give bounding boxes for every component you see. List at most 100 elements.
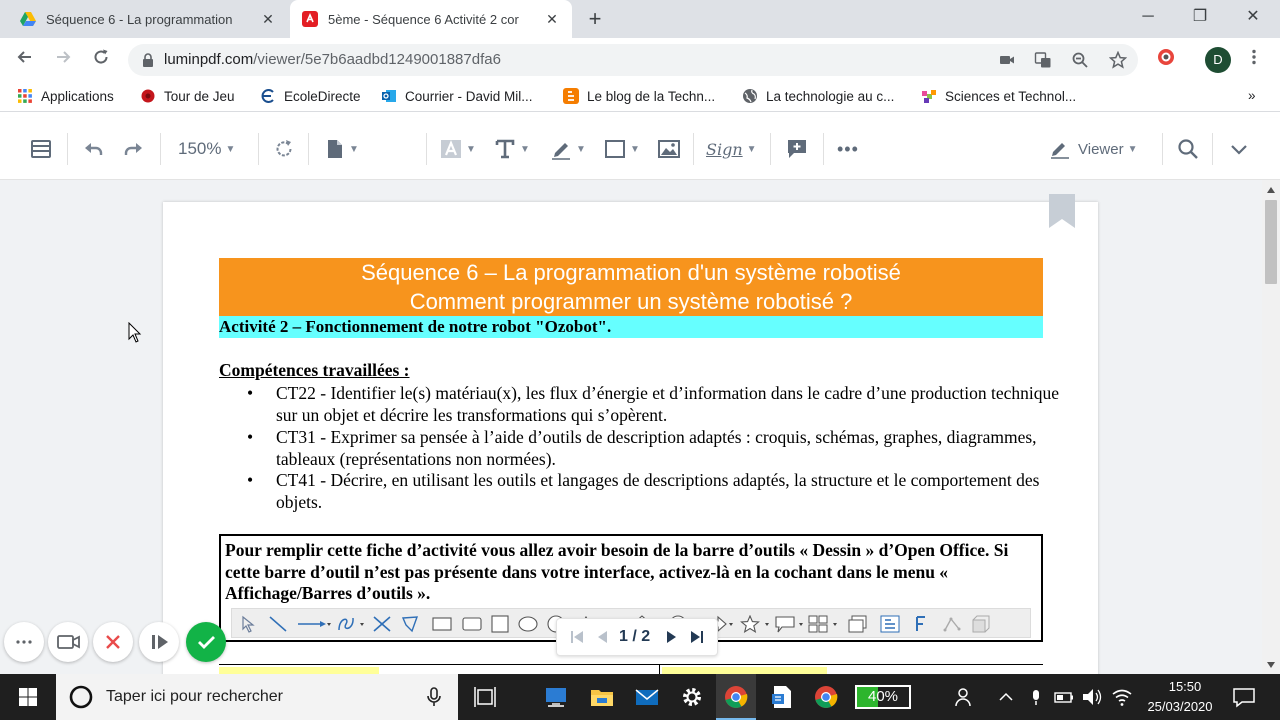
microphone-tray-icon[interactable] [1026,684,1046,710]
chevron-down-icon: ▼ [630,143,640,155]
signature-label: Sign [706,139,743,159]
vertical-scrollbar[interactable] [1262,180,1280,674]
volume-icon[interactable] [1080,684,1104,710]
chrome-icon[interactable] [812,684,840,710]
first-page-icon[interactable] [569,629,585,645]
tab-title: 5ème - Séquence 6 Activité 2 cor [328,11,519,27]
new-tab-button[interactable]: + [582,6,608,32]
network-computer-icon[interactable] [542,684,570,710]
cortana-icon [69,685,93,709]
reload-icon[interactable] [88,47,114,73]
extension-icon[interactable] [1153,47,1179,73]
shape-dropdown[interactable]: ▼ [604,136,640,162]
taskbar-search-box[interactable]: Taper ici pour rechercher [56,674,458,720]
profile-avatar[interactable]: D [1205,47,1231,73]
thumbnails-icon[interactable] [30,136,52,162]
notifications-icon[interactable] [1230,684,1258,710]
image-tool-button[interactable] [658,136,680,162]
battery-indicator[interactable]: 40% [855,685,911,709]
chevron-down-icon: ▼ [225,143,236,155]
taskbar-chrome-active[interactable] [716,674,756,720]
globe-icon [743,89,757,103]
bookmark-courrier[interactable]: Courrier - David Mil... [381,88,533,104]
wifi-icon[interactable] [1110,684,1134,710]
add-comment-button[interactable] [786,136,808,162]
bookmark-star-icon[interactable] [1108,50,1128,69]
add-text-dropdown[interactable]: ▼ [494,136,530,162]
chevron-down-icon[interactable] [1228,136,1250,162]
bookmark-blog-techno[interactable]: Le blog de la Techn... [563,88,715,104]
kebab-menu-icon[interactable] [1241,47,1267,73]
cancel-x-icon [106,635,120,649]
battery-tray-icon[interactable] [1052,684,1076,710]
recorder-more-button[interactable] [4,622,44,662]
translate-icon[interactable] [1034,51,1052,69]
scrollbar-thumb[interactable] [1265,200,1277,284]
people-icon[interactable] [952,684,980,710]
tab-sequence-6[interactable]: Séquence 6 - La programmation ✕ [8,0,288,38]
forward-arrow-icon[interactable] [50,47,76,73]
bookmark-ribbon-icon[interactable] [1049,194,1075,228]
search-icon[interactable] [1177,136,1199,162]
scroll-up-icon[interactable] [1266,186,1276,194]
outlook-icon [382,90,396,102]
clock-time[interactable]: 15:50 [1150,679,1220,694]
browser-tab-strip: Séquence 6 - La programmation ✕ 5ème - S… [0,0,1280,38]
task-view-icon[interactable] [472,684,500,710]
recorder-finish-button[interactable] [186,622,226,662]
page-indicator[interactable]: 1 / 2 [619,628,650,646]
tab-close-icon[interactable]: ✕ [544,11,560,28]
bookmark-applications[interactable]: Applications [17,88,114,104]
back-arrow-icon[interactable] [12,47,38,73]
address-bar[interactable]: luminpdf.com/viewer/5e7b6aadbd1249001887… [128,44,1138,76]
viewer-mode-dropdown[interactable]: Viewer ▼ [1050,136,1138,162]
pdf-page[interactable]: Séquence 6 – La programmation d'un systè… [163,194,1098,674]
bookmark-tour-de-jeu[interactable]: Tour de Jeu [140,88,235,104]
toolbar-divider [770,133,771,165]
bullet: • [247,383,254,403]
zoom-out-icon[interactable] [1071,51,1089,69]
camera-icon[interactable] [998,51,1016,69]
bookmark-label: Tour de Jeu [164,88,235,104]
recorder-cancel-button[interactable] [93,622,133,662]
bullet: • [247,427,254,447]
minimize-button[interactable]: ─ [1128,4,1168,30]
mail-icon[interactable] [633,684,661,710]
flowchart-icon [808,615,837,633]
redo-icon[interactable] [123,136,145,162]
bookmark-sciences-et-techno[interactable]: Sciences et Technol... [921,88,1076,104]
sign-dropdown[interactable]: Sign ▼ [706,136,757,162]
scroll-down-icon[interactable] [1266,661,1276,669]
pdf-viewport[interactable]: Séquence 6 – La programmation d'un systè… [0,180,1262,674]
recorder-pause-button[interactable] [139,622,179,662]
microphone-icon[interactable] [424,686,444,708]
bookmark-ecoledirecte[interactable]: EcoleDirecte [260,88,361,104]
window-close-button[interactable]: ✕ [1233,4,1273,30]
toolbar-divider [823,133,824,165]
undo-icon[interactable] [82,136,104,162]
maximize-button[interactable]: ❐ [1180,4,1220,30]
page-tools-dropdown[interactable]: ▼ [325,136,359,162]
tab-5eme-activite-2[interactable]: 5ème - Séquence 6 Activité 2 cor ✕ [290,0,572,38]
last-page-icon[interactable] [689,629,705,645]
bookmarks-overflow-button[interactable]: » [1248,88,1256,103]
chevron-up-icon[interactable] [995,684,1017,710]
windows-start-icon[interactable] [14,684,42,710]
text-highlight-dropdown[interactable]: ▼ [440,136,476,162]
recorder-webcam-button[interactable] [48,622,88,662]
next-page-icon[interactable] [663,629,679,645]
more-tools-button[interactable]: ••• [837,136,859,162]
clock-date[interactable]: 25/03/2020 [1140,699,1220,714]
bookmark-la-technologie[interactable]: La technologie au c... [742,88,894,104]
page-icon [328,140,342,158]
file-explorer-icon[interactable] [588,684,616,710]
tab-close-icon[interactable]: ✕ [260,11,276,28]
rotate-icon[interactable] [273,136,295,162]
previous-page-icon[interactable] [595,629,611,645]
pen-icon [552,143,570,160]
pen-dropdown[interactable]: ▼ [550,136,586,162]
settings-gear-icon[interactable] [678,684,706,710]
zoom-dropdown[interactable]: 150% ▼ [178,136,235,162]
text-tool-icon [495,139,515,159]
document-app-icon[interactable] [768,684,796,710]
